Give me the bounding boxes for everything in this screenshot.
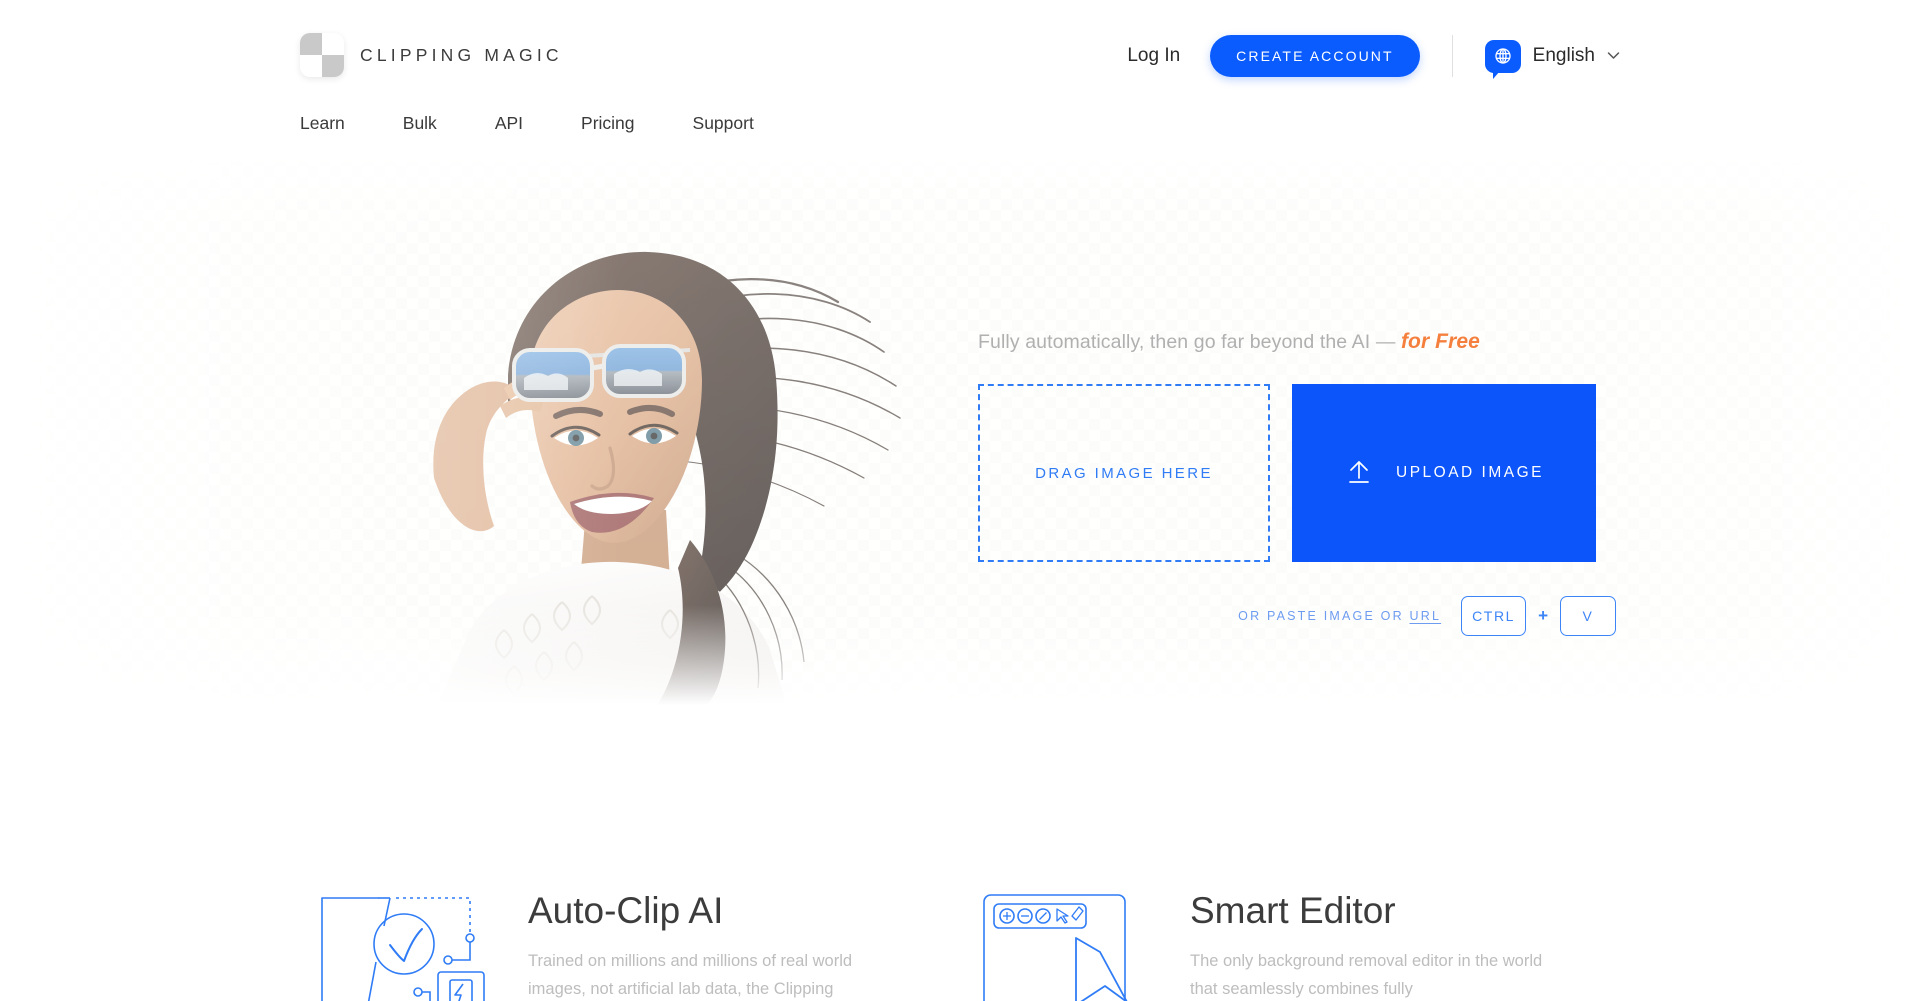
main-navigation: Learn Bulk API Pricing Support bbox=[300, 105, 754, 142]
smart-editor-illustration bbox=[980, 890, 1150, 1001]
feature-smart-editor: Smart Editor The only background removal… bbox=[980, 890, 1570, 1001]
create-account-button[interactable]: CREATE ACCOUNT bbox=[1210, 35, 1420, 77]
paste-hint-row: OR PASTE IMAGE OR URL CTRL + V bbox=[978, 596, 1618, 636]
feature-smart-editor-body: Smart Editor The only background removal… bbox=[1190, 890, 1570, 1001]
upload-controls-row: DRAG IMAGE HERE UPLOAD IMAGE bbox=[978, 384, 1618, 562]
paste-url-link[interactable]: URL bbox=[1409, 609, 1441, 623]
nav-item-support[interactable]: Support bbox=[693, 105, 754, 142]
login-link[interactable]: Log In bbox=[1119, 39, 1188, 73]
brand-logo-link[interactable]: CLIPPING MAGIC bbox=[300, 33, 563, 77]
feature-title: Smart Editor bbox=[1190, 890, 1396, 931]
hero-tagline: Fully automatically, then go far beyond … bbox=[978, 330, 1618, 354]
feature-text: Trained on millions and millions of real… bbox=[528, 951, 853, 999]
clipping-magic-landing-page: CLIPPING MAGIC Log In CREATE ACCOUNT Eng… bbox=[0, 0, 1920, 1001]
nav-item-learn[interactable]: Learn bbox=[300, 105, 345, 142]
key-ctrl[interactable]: CTRL bbox=[1461, 596, 1527, 636]
brand-name: CLIPPING MAGIC bbox=[360, 44, 563, 65]
paste-hint-prefix: OR PASTE IMAGE OR bbox=[1238, 609, 1410, 623]
upload-image-button[interactable]: UPLOAD IMAGE bbox=[1292, 384, 1596, 562]
language-selector[interactable]: English bbox=[1484, 39, 1620, 79]
hero-background-fade bbox=[0, 155, 1920, 705]
checkerboard-logo-icon bbox=[300, 33, 344, 77]
hero-tagline-accent: for Free bbox=[1400, 330, 1480, 353]
upload-button-label: UPLOAD IMAGE bbox=[1396, 464, 1544, 481]
nav-item-pricing[interactable]: Pricing bbox=[581, 105, 635, 142]
feature-auto-clip-ai: Auto-Clip AI Trained on millions and mil… bbox=[318, 890, 908, 1001]
auto-clip-ai-illustration bbox=[318, 890, 488, 1001]
language-label: English bbox=[1532, 45, 1595, 66]
hero-portrait-image bbox=[318, 210, 948, 705]
key-plus-separator: + bbox=[1538, 606, 1548, 625]
features-section: Auto-Clip AI Trained on millions and mil… bbox=[0, 860, 1920, 1001]
hero-section: Fully automatically, then go far beyond … bbox=[0, 155, 1920, 705]
drag-image-dropzone[interactable]: DRAG IMAGE HERE bbox=[978, 384, 1270, 562]
hero-tagline-main: Fully automatically, then go far beyond … bbox=[978, 331, 1401, 353]
upload-arrow-icon bbox=[1344, 457, 1374, 490]
globe-icon bbox=[1484, 39, 1521, 79]
site-header: CLIPPING MAGIC Log In CREATE ACCOUNT Eng… bbox=[0, 0, 1920, 160]
feature-auto-clip-ai-body: Auto-Clip AI Trained on millions and mil… bbox=[528, 890, 908, 1001]
nav-item-bulk[interactable]: Bulk bbox=[403, 105, 437, 142]
chevron-down-icon bbox=[1607, 47, 1620, 65]
hero-upload-panel: Fully automatically, then go far beyond … bbox=[978, 330, 1618, 636]
header-actions: Log In CREATE ACCOUNT English bbox=[1119, 35, 1620, 79]
paste-hint-text: OR PASTE IMAGE OR URL bbox=[1238, 609, 1441, 623]
feature-title: Auto-Clip AI bbox=[528, 890, 724, 931]
key-v[interactable]: V bbox=[1560, 596, 1616, 636]
feature-text: The only background removal editor in th… bbox=[1190, 951, 1543, 999]
dropzone-label: DRAG IMAGE HERE bbox=[1035, 464, 1213, 482]
nav-item-api[interactable]: API bbox=[495, 105, 523, 142]
header-divider bbox=[1451, 35, 1453, 77]
